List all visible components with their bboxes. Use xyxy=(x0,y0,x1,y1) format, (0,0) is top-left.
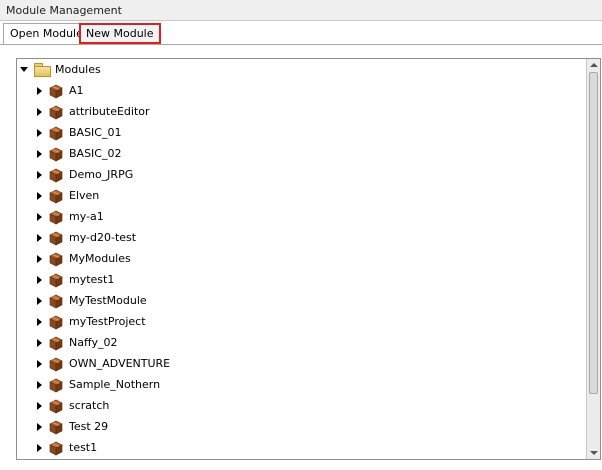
tree-item-label: OWN_ADVENTURE xyxy=(69,357,171,370)
tree-item-row[interactable]: scratch xyxy=(37,395,109,416)
tree-root-label: Modules xyxy=(55,63,101,76)
module-box-icon xyxy=(48,440,64,456)
tab-bar: Open Module New Module xyxy=(0,21,602,45)
module-box-icon xyxy=(48,419,64,435)
folder-icon xyxy=(34,63,51,77)
expand-arrow-icon[interactable] xyxy=(37,338,42,347)
module-box-icon xyxy=(48,377,64,393)
tree-item-row[interactable]: BASIC_01 xyxy=(37,122,121,143)
expand-arrow-icon[interactable] xyxy=(37,422,42,431)
module-box-icon xyxy=(48,83,64,99)
tree-item-label: scratch xyxy=(69,399,110,412)
module-box-icon xyxy=(48,167,64,183)
tree-item-row[interactable]: Naffy_02 xyxy=(37,332,118,353)
tree-item-row[interactable]: mytest1 xyxy=(37,269,114,290)
tree-item-row[interactable]: test1 xyxy=(37,437,97,458)
tree-item-row[interactable]: attributeEditor xyxy=(37,101,150,122)
module-box-icon xyxy=(48,104,64,120)
tree-item-row[interactable]: Test 29 xyxy=(37,416,108,437)
tree-item-row[interactable]: Demo_JRPG xyxy=(37,164,133,185)
expand-arrow-icon[interactable] xyxy=(37,149,42,158)
tab-new-module[interactable]: New Module xyxy=(79,23,161,44)
expand-arrow-icon[interactable] xyxy=(37,401,42,410)
module-tree: Modules A1 attributeEditor BASIC_01 BASIC_0… xyxy=(17,59,587,459)
module-box-icon xyxy=(48,251,64,267)
module-box-icon xyxy=(48,356,64,372)
tree-item-label: Test 29 xyxy=(69,420,109,433)
tree-item-row[interactable]: MyTestModule xyxy=(37,290,147,311)
vertical-scrollbar[interactable] xyxy=(586,59,600,459)
arrow-down-icon xyxy=(590,451,598,455)
scroll-up-button[interactable] xyxy=(589,60,599,70)
tree-item-label: my-d20-test xyxy=(69,231,137,244)
tab-divider xyxy=(0,44,602,45)
tree-item-row[interactable]: OWN_ADVENTURE xyxy=(37,353,170,374)
window-title-bar: Module Management xyxy=(0,0,602,21)
window-title: Module Management xyxy=(6,4,122,17)
tree-item-label: MyModules xyxy=(69,252,131,265)
tree-item-label: A1 xyxy=(69,84,84,97)
module-box-icon xyxy=(48,314,64,330)
module-box-icon xyxy=(48,272,64,288)
expand-arrow-icon[interactable] xyxy=(37,359,42,368)
module-box-icon xyxy=(48,230,64,246)
tree-item-label: BASIC_02 xyxy=(69,147,122,160)
tree-item-label: attributeEditor xyxy=(69,105,150,118)
tree-root-row[interactable]: Modules xyxy=(20,59,101,80)
tree-item-row[interactable]: Elven xyxy=(37,185,99,206)
module-tree-panel: Modules A1 attributeEditor BASIC_01 BASIC_0… xyxy=(16,58,601,460)
tree-item-label: Sample_Nothern xyxy=(69,378,161,391)
module-box-icon xyxy=(48,209,64,225)
expand-arrow-icon[interactable] xyxy=(37,380,42,389)
tab-open-module[interactable]: Open Module xyxy=(3,23,90,45)
module-box-icon xyxy=(48,188,64,204)
module-box-icon xyxy=(48,293,64,309)
expand-arrow-icon[interactable] xyxy=(37,254,42,263)
tree-item-label: Demo_JRPG xyxy=(69,168,134,181)
tree-item-row[interactable]: my-a1 xyxy=(37,206,104,227)
tree-item-label: Naffy_02 xyxy=(69,336,118,349)
tree-item-label: Elven xyxy=(69,189,100,202)
expand-arrow-icon[interactable] xyxy=(37,296,42,305)
arrow-up-icon xyxy=(590,63,598,67)
tree-item-label: BASIC_01 xyxy=(69,126,122,139)
tree-item-row[interactable]: BASIC_02 xyxy=(37,143,121,164)
expand-arrow-icon[interactable] xyxy=(37,170,42,179)
collapse-arrow-icon[interactable] xyxy=(20,67,28,72)
expand-arrow-icon[interactable] xyxy=(37,212,42,221)
expand-arrow-icon[interactable] xyxy=(37,275,42,284)
expand-arrow-icon[interactable] xyxy=(37,107,42,116)
tree-item-label: mytest1 xyxy=(69,273,115,286)
tree-item-row[interactable]: myTestProject xyxy=(37,311,146,332)
tree-item-row[interactable]: Sample_Nothern xyxy=(37,374,160,395)
tree-item-label: myTestProject xyxy=(69,315,146,328)
tree-item-label: MyTestModule xyxy=(69,294,147,307)
expand-arrow-icon[interactable] xyxy=(37,191,42,200)
tree-item-row[interactable]: A1 xyxy=(37,80,84,101)
expand-arrow-icon[interactable] xyxy=(37,86,42,95)
module-box-icon xyxy=(48,146,64,162)
tree-item-row[interactable]: MyModules xyxy=(37,248,131,269)
module-box-icon xyxy=(48,398,64,414)
module-box-icon xyxy=(48,335,64,351)
tree-item-label: my-a1 xyxy=(69,210,104,223)
module-box-icon xyxy=(48,125,64,141)
tree-item-label: test1 xyxy=(69,441,98,454)
tree-item-row[interactable]: my-d20-test xyxy=(37,227,136,248)
expand-arrow-icon[interactable] xyxy=(37,233,42,242)
scroll-thumb[interactable] xyxy=(589,72,598,394)
expand-arrow-icon[interactable] xyxy=(37,317,42,326)
expand-arrow-icon[interactable] xyxy=(37,128,42,137)
scroll-down-button[interactable] xyxy=(589,448,599,458)
expand-arrow-icon[interactable] xyxy=(37,443,42,452)
